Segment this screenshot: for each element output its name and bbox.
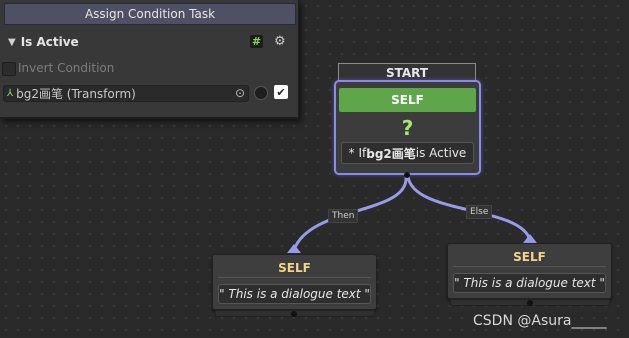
dialogue-node-then[interactable]: SELF " This is a dialogue text ": [212, 254, 377, 310]
start-label: START: [338, 63, 476, 81]
dialogue-output-port[interactable]: [291, 311, 297, 317]
object-picker-icon[interactable]: ⊙: [235, 86, 245, 100]
question-mark-icon: ?: [401, 116, 414, 140]
blackboard-variable-icon[interactable]: [254, 86, 268, 100]
condition-node-header: SELF: [339, 88, 476, 112]
target-field-row: ⅄ bg2画笔 (Transform) ⊙ ✔: [0, 84, 298, 104]
dialogue-text: " This is a dialogue text ": [218, 284, 371, 304]
foldout-triangle-icon[interactable]: ▼: [8, 37, 16, 48]
transform-icon: ⅄: [7, 88, 14, 99]
is-active-label: Is Active: [20, 35, 79, 49]
else-edge-label: Else: [466, 205, 493, 219]
target-object-field[interactable]: ⅄ bg2画笔 (Transform) ⊙: [3, 85, 249, 102]
condition-output-port[interactable]: [404, 172, 410, 178]
watermark: CSDN @Asura_____: [473, 313, 607, 329]
target-object-value: bg2画笔 (Transform): [16, 87, 136, 101]
inspector-panel: Assign Condition Task ▼ Is Active # ⚙ In…: [0, 0, 299, 119]
script-hash-icon[interactable]: #: [250, 35, 263, 48]
dialogue-node-header: SELF: [278, 261, 311, 275]
enable-toggle-checkbox[interactable]: ✔: [274, 85, 288, 99]
dialogue-text: " This is a dialogue text ": [453, 273, 606, 293]
then-edge-label: Then: [328, 209, 359, 223]
invert-condition-row: Invert Condition: [0, 60, 298, 78]
divider: [453, 266, 606, 267]
dialogue-node-else[interactable]: SELF " This is a dialogue text ": [447, 243, 612, 299]
gear-icon[interactable]: ⚙: [274, 34, 286, 49]
invert-condition-checkbox[interactable]: [2, 62, 16, 76]
dialogue-output-port[interactable]: [527, 300, 533, 306]
task-title-bar[interactable]: Assign Condition Task: [4, 3, 296, 25]
divider: [218, 277, 371, 278]
is-active-foldout[interactable]: ▼ Is Active # ⚙: [0, 31, 298, 53]
else-arrowhead: [523, 234, 537, 243]
condition-description: * If bg2画笔 is Active: [341, 142, 474, 164]
then-arrowhead: [287, 244, 301, 253]
condition-node[interactable]: SELF ? * If bg2画笔 is Active: [334, 80, 481, 175]
dialogue-node-header: SELF: [513, 250, 546, 264]
invert-condition-label: Invert Condition: [18, 61, 115, 75]
